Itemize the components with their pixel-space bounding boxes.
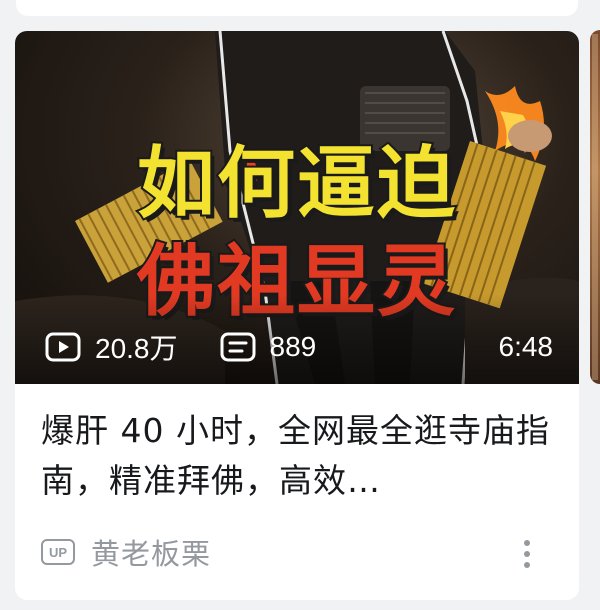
more-vertical-icon[interactable] [515, 532, 539, 576]
video-meta: UP 黄老板栗 [41, 532, 553, 572]
play-icon [45, 332, 81, 362]
adjacent-card[interactable] [590, 30, 600, 384]
video-title[interactable]: 爆肝 40 小时，全网最全逛寺庙指南，精准拜佛，高效… [41, 406, 553, 506]
cover-title-line-1: 如何逼迫 [135, 137, 457, 231]
video-card[interactable]: 如何逼迫 佛祖显灵 20.8万 889 6:48 爆肝 40 小时，全网最全逛寺… [15, 31, 579, 600]
up-badge-icon: UP [41, 539, 75, 565]
view-count: 20.8万 [45, 327, 178, 367]
view-count-value: 20.8万 [95, 333, 178, 364]
uploader-name[interactable]: 黄老板栗 [91, 531, 211, 573]
previous-card[interactable] [16, 0, 578, 16]
danmaku-icon [220, 332, 255, 362]
video-duration: 6:48 [498, 331, 554, 362]
danmaku-count-value: 889 [269, 331, 317, 362]
video-info: 爆肝 40 小时，全网最全逛寺庙指南，精准拜佛，高效… UP 黄老板栗 [15, 384, 579, 572]
video-cover[interactable]: 如何逼迫 佛祖显灵 20.8万 889 6:48 [15, 31, 579, 384]
video-stats: 20.8万 889 6:48 [15, 310, 579, 384]
feed: 如何逼迫 佛祖显灵 20.8万 889 6:48 爆肝 40 小时，全网最全逛寺… [0, 0, 600, 610]
danmaku-count: 889 [220, 331, 317, 363]
